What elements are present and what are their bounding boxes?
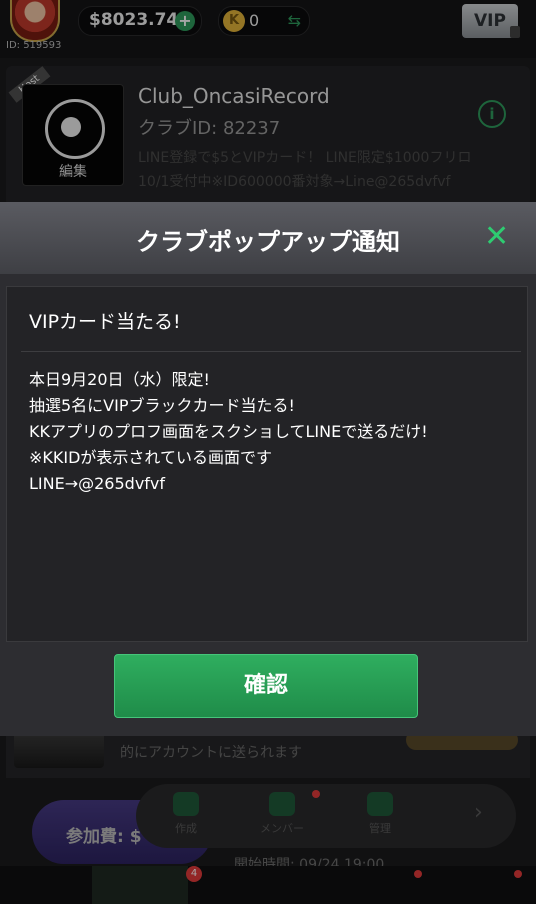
modal-title: クラブポップアップ通知 — [136, 228, 400, 256]
message-line: 本日9月20日（水）限定! — [29, 370, 210, 389]
message-body: 本日9月20日（水）限定! 抽選5名にVIPブラックカード当たる! KKアプリの… — [29, 367, 515, 497]
message-title: VIPカード当たる! — [29, 311, 181, 333]
message-line: KKアプリのプロフ画面をスクショしてLINEで送るだけ! — [29, 422, 428, 441]
divider — [21, 351, 521, 352]
message-line: ※KKIDが表示されている画面です — [29, 448, 272, 467]
modal-header: クラブポップアップ通知 ✕ — [0, 202, 536, 274]
message-line: LINE→@265dvfvf — [29, 474, 166, 493]
message-line: 抽選5名にVIPブラックカード当たる! — [29, 396, 295, 415]
message-box: VIPカード当たる! 本日9月20日（水）限定! 抽選5名にVIPブラックカード… — [6, 286, 528, 642]
club-popup-modal: クラブポップアップ通知 ✕ VIPカード当たる! 本日9月20日（水）限定! 抽… — [0, 202, 536, 736]
confirm-label: 確認 — [243, 673, 288, 698]
close-icon[interactable]: ✕ — [484, 220, 509, 254]
confirm-button[interactable]: 確認 — [114, 654, 418, 718]
